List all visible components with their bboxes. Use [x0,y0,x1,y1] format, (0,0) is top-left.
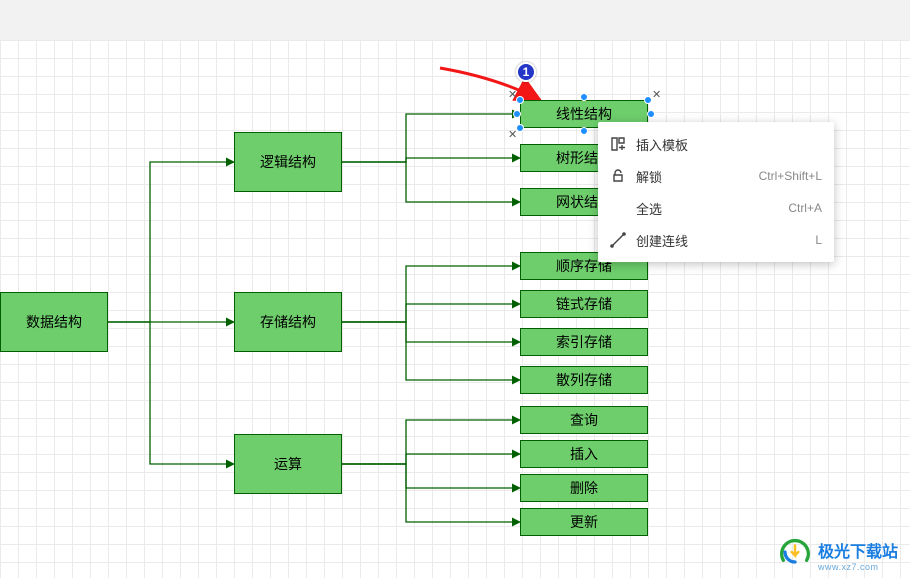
node-label: 数据结构 [26,312,82,332]
connection-point-icon[interactable]: ✕ [652,88,661,101]
node-op-update[interactable]: 更新 [520,508,648,536]
node-label: 链式存储 [556,294,612,314]
menu-item-label: 全选 [636,199,662,218]
selection-handle[interactable] [580,93,588,101]
node-label: 散列存储 [556,370,612,390]
top-toolbar [0,0,910,40]
menu-item-shortcut: Ctrl+Shift+L [759,169,822,183]
node-label: 查询 [570,410,598,430]
logo-icon [778,537,812,572]
selection-handle[interactable] [647,110,655,118]
node-label: 插入 [570,444,598,464]
site-logo: 极光下载站 www.xz7.com [778,537,898,572]
connector-icon [610,232,626,248]
node-op-delete[interactable]: 删除 [520,474,648,502]
blank-icon [610,200,626,216]
node-branch-storage[interactable]: 存储结构 [234,292,342,352]
node-branch-operation[interactable]: 运算 [234,434,342,494]
menu-item-label: 插入模板 [636,135,688,154]
node-label: 存储结构 [260,312,316,332]
connection-point-icon[interactable]: ✕ [508,88,517,101]
node-op-query[interactable]: 查询 [520,406,648,434]
menu-item-create-connector[interactable]: 创建连线 L [598,224,834,256]
selection-handle[interactable] [644,96,652,104]
node-op-insert[interactable]: 插入 [520,440,648,468]
menu-item-shortcut: Ctrl+A [788,201,822,215]
node-root[interactable]: 数据结构 [0,292,108,352]
context-menu: 插入模板 解锁 Ctrl+Shift+L 全选 Ctrl+A [598,122,834,262]
connection-point-icon[interactable]: ✕ [508,128,517,141]
node-linked-storage[interactable]: 链式存储 [520,290,648,318]
insert-template-icon [610,136,626,152]
unlock-icon [610,168,626,184]
menu-item-label: 创建连线 [636,231,688,250]
menu-item-label: 解锁 [636,167,662,186]
node-hash-storage[interactable]: 散列存储 [520,366,648,394]
node-label: 删除 [570,478,598,498]
node-index-storage[interactable]: 索引存储 [520,328,648,356]
menu-item-insert-template[interactable]: 插入模板 [598,128,834,160]
node-label: 线性结构 [556,104,612,124]
logo-url: www.xz7.com [818,562,898,572]
menu-item-shortcut: L [815,233,822,247]
node-label: 更新 [570,512,598,532]
node-label: 索引存储 [556,332,612,352]
diagram-canvas[interactable]: 数据结构 逻辑结构 线性结构 树形结构 网状结构 存储结构 顺序存储 链式存储 … [0,40,910,578]
menu-item-select-all[interactable]: 全选 Ctrl+A [598,192,834,224]
node-branch-logic[interactable]: 逻辑结构 [234,132,342,192]
selection-handle[interactable] [580,127,588,135]
menu-item-unlock[interactable]: 解锁 Ctrl+Shift+L [598,160,834,192]
node-label: 逻辑结构 [260,152,316,172]
step-badge-1: 1 [516,62,536,82]
logo-title: 极光下载站 [818,544,898,561]
node-label: 运算 [274,454,302,474]
selection-handle[interactable] [513,110,521,118]
